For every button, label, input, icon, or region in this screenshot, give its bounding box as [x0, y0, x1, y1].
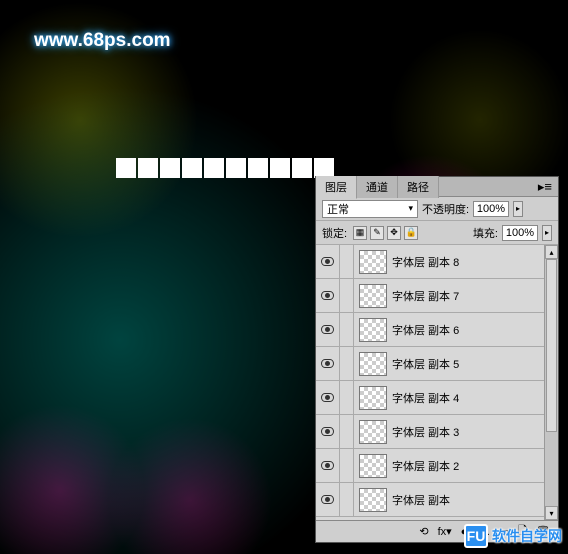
- lock-all-icon[interactable]: 🔒: [404, 226, 418, 240]
- layer-row[interactable]: 字体层 副本 7: [316, 279, 544, 313]
- layer-thumbnail[interactable]: [359, 352, 387, 376]
- layer-thumbnail[interactable]: [359, 318, 387, 342]
- link-column[interactable]: [340, 279, 354, 312]
- placeholder-square: [116, 158, 136, 178]
- layer-name[interactable]: 字体层 副本 2: [392, 458, 459, 474]
- layer-thumbnail[interactable]: [359, 454, 387, 478]
- lock-buttons: ▦ ✎ ✥ 🔒: [353, 226, 418, 240]
- eye-icon: [321, 495, 334, 504]
- layer-name[interactable]: 字体层 副本 6: [392, 322, 459, 338]
- layer-row[interactable]: 字体层 副本: [316, 483, 544, 517]
- layer-row[interactable]: 字体层 副本 3: [316, 415, 544, 449]
- eye-icon: [321, 427, 334, 436]
- layer-name[interactable]: 字体层 副本 7: [392, 288, 459, 304]
- lock-label: 锁定:: [322, 225, 347, 241]
- eye-icon: [321, 325, 334, 334]
- link-column[interactable]: [340, 313, 354, 346]
- layer-name[interactable]: 字体层 副本 4: [392, 390, 459, 406]
- tab-paths[interactable]: 路径: [398, 176, 439, 198]
- tab-channels[interactable]: 通道: [357, 176, 398, 198]
- layer-thumbnail[interactable]: [359, 250, 387, 274]
- scrollbar[interactable]: ▴ ▾: [544, 245, 558, 520]
- layer-row[interactable]: 字体层 副本 8: [316, 245, 544, 279]
- visibility-toggle[interactable]: [316, 245, 340, 278]
- fill-value: 100%: [506, 227, 534, 239]
- lock-pixels-icon[interactable]: ✎: [370, 226, 384, 240]
- placeholder-square: [182, 158, 202, 178]
- layer-name[interactable]: 字体层 副本 3: [392, 424, 459, 440]
- link-column[interactable]: [340, 449, 354, 482]
- scrollbar-thumb[interactable]: [546, 259, 557, 432]
- placeholder-square: [226, 158, 246, 178]
- visibility-toggle[interactable]: [316, 415, 340, 448]
- eye-icon: [321, 461, 334, 470]
- lock-transparent-icon[interactable]: ▦: [353, 226, 367, 240]
- site-brand: FU 软件自学网: [464, 524, 562, 548]
- visibility-toggle[interactable]: [316, 279, 340, 312]
- layers-list: 字体层 副本 8 字体层 副本 7 字体层 副本 6 字体层 副本 5 字体层 副本 4…: [316, 245, 544, 520]
- lock-position-icon[interactable]: ✥: [387, 226, 401, 240]
- blend-mode-select[interactable]: 正常: [322, 200, 418, 218]
- watermark-text: www.68ps.com: [34, 30, 171, 52]
- link-column[interactable]: [340, 347, 354, 380]
- panel-tabs: 图层 通道 路径 ▸≡: [316, 177, 558, 197]
- eye-icon: [321, 291, 334, 300]
- placeholder-square: [204, 158, 224, 178]
- scrollbar-track[interactable]: [545, 259, 558, 506]
- opacity-label: 不透明度:: [422, 201, 469, 217]
- link-column[interactable]: [340, 483, 354, 516]
- visibility-toggle[interactable]: [316, 313, 340, 346]
- layer-row[interactable]: 字体层 副本 4: [316, 381, 544, 415]
- opacity-flyout-icon[interactable]: ▸: [513, 201, 523, 217]
- scroll-up-icon[interactable]: ▴: [545, 245, 558, 259]
- placeholder-square: [138, 158, 158, 178]
- layer-thumbnail[interactable]: [359, 420, 387, 444]
- visibility-toggle[interactable]: [316, 347, 340, 380]
- link-column[interactable]: [340, 245, 354, 278]
- panel-menu-icon[interactable]: ▸≡: [538, 179, 552, 195]
- eye-icon: [321, 393, 334, 402]
- placeholder-squares: [116, 158, 334, 178]
- lock-row: 锁定: ▦ ✎ ✥ 🔒 填充: 100% ▸: [316, 221, 558, 245]
- eye-icon: [321, 359, 334, 368]
- layer-name[interactable]: 字体层 副本: [392, 492, 450, 508]
- visibility-toggle[interactable]: [316, 381, 340, 414]
- opacity-value: 100%: [477, 203, 505, 215]
- opacity-input[interactable]: 100%: [473, 201, 509, 217]
- visibility-toggle[interactable]: [316, 483, 340, 516]
- fill-flyout-icon[interactable]: ▸: [542, 225, 552, 241]
- eye-icon: [321, 257, 334, 266]
- layer-thumbnail[interactable]: [359, 488, 387, 512]
- blend-mode-value: 正常: [327, 201, 349, 217]
- layer-thumbnail[interactable]: [359, 284, 387, 308]
- visibility-toggle[interactable]: [316, 449, 340, 482]
- tab-layers[interactable]: 图层: [316, 176, 357, 199]
- layer-row[interactable]: 字体层 副本 6: [316, 313, 544, 347]
- layer-row[interactable]: 字体层 副本 2: [316, 449, 544, 483]
- layer-name[interactable]: 字体层 副本 8: [392, 254, 459, 270]
- placeholder-square: [292, 158, 312, 178]
- layer-fx-icon[interactable]: fx▾: [438, 525, 452, 538]
- placeholder-square: [160, 158, 180, 178]
- blend-row: 正常 不透明度: 100% ▸: [316, 197, 558, 221]
- link-column[interactable]: [340, 381, 354, 414]
- brand-logo-icon: FU: [464, 524, 488, 548]
- placeholder-square: [270, 158, 290, 178]
- layers-panel: 图层 通道 路径 ▸≡ 正常 不透明度: 100% ▸ 锁定: ▦ ✎ ✥ 🔒 …: [315, 176, 559, 543]
- scroll-down-icon[interactable]: ▾: [545, 506, 558, 520]
- link-column[interactable]: [340, 415, 354, 448]
- link-layers-icon[interactable]: ⟲: [419, 525, 428, 538]
- fill-label: 填充:: [473, 225, 498, 241]
- layer-row[interactable]: 字体层 副本 5: [316, 347, 544, 381]
- placeholder-square: [248, 158, 268, 178]
- layer-thumbnail[interactable]: [359, 386, 387, 410]
- layer-name[interactable]: 字体层 副本 5: [392, 356, 459, 372]
- fill-input[interactable]: 100%: [502, 225, 538, 241]
- brand-text: 软件自学网: [492, 526, 562, 546]
